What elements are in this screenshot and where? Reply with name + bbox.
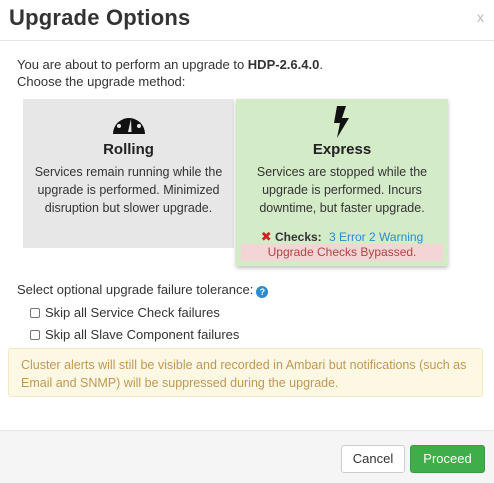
close-button[interactable]: x [477,9,484,25]
proceed-button[interactable]: Proceed [410,445,485,473]
help-icon[interactable]: ? [256,286,269,298]
dialog-footer: Cancel Proceed [0,430,494,483]
upgrade-method-express[interactable]: Express Services are stopped while the u… [236,99,448,266]
dialog-title: Upgrade Options [9,5,191,30]
option-skip-service-check[interactable]: Skip all Service Check failures [30,305,220,320]
intro-suffix: . [319,57,323,72]
method-name-express: Express [312,141,372,158]
intro-text: You are about to perform an upgrade to H… [17,56,323,90]
method-name-rolling: Rolling [103,141,154,158]
skip-service-check-checkbox[interactable] [30,307,40,318]
target-version: HDP-2.6.4.0 [247,57,320,72]
checks-bypassed-badge: Upgrade Checks Bypassed. [241,244,443,261]
dialog-header: Upgrade Options x [0,0,494,41]
lightning-bolt-icon [236,104,448,140]
method-desc-rolling: Services remain running while the upgrad… [34,165,223,215]
tolerance-section-label: Select optional upgrade failure toleranc… [17,282,269,298]
cancel-button[interactable]: Cancel [341,445,405,473]
upgrade-options-dialog: Upgrade Options x You are about to perfo… [0,0,494,483]
skip-service-check-label[interactable]: Skip all Service Check failures [45,305,220,320]
tolerance-label-text: Select optional upgrade failure toleranc… [17,282,254,297]
method-desc-express: Services are stopped while the upgrade i… [256,165,428,215]
checks-summary-link[interactable]: 3 Error 2 Warning [329,230,423,244]
intro-prefix: You are about to perform an upgrade to [17,57,248,72]
skip-slave-component-checkbox[interactable] [30,329,40,340]
skip-slave-component-label[interactable]: Skip all Slave Component failures [45,327,239,342]
option-skip-slave-component[interactable]: Skip all Slave Component failures [30,327,239,342]
error-x-icon: ✖ [260,229,272,244]
checks-status: ✖ Checks: 3 Error 2 Warning [236,229,448,245]
notification-alert: Cluster alerts will still be visible and… [8,348,483,397]
checks-label: Checks: [274,230,322,244]
intro-line2: Choose the upgrade method: [17,74,186,89]
speedometer-icon [23,104,234,140]
upgrade-method-rolling[interactable]: Rolling Services remain running while th… [23,99,234,248]
